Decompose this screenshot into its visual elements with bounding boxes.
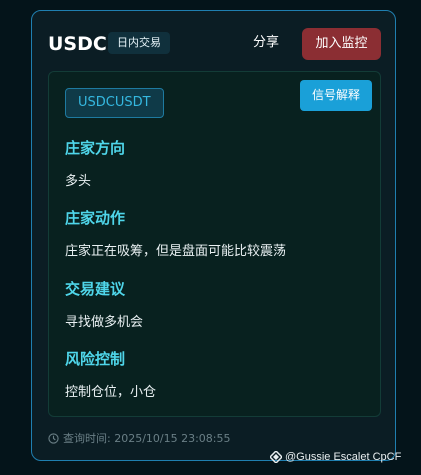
section-value-action: 庄家正在吸筹，但是盘面可能比较震荡 xyxy=(65,244,287,259)
symbol-title: USDC xyxy=(48,33,107,55)
clock-icon xyxy=(48,432,59,444)
watermark: @Gussie Escalet CpCF xyxy=(270,451,401,463)
add-monitor-button[interactable]: 加入监控 xyxy=(302,28,381,60)
query-time-text: 查询时间: 2025/10/15 23:08:55 xyxy=(63,432,231,445)
section-title-action: 庄家动作 xyxy=(65,209,126,227)
query-time-footer: 查询时间: 2025/10/15 23:08:55 xyxy=(48,430,231,446)
section-title-risk: 风险控制 xyxy=(65,350,126,368)
section-value-direction: 多头 xyxy=(65,174,92,189)
share-button[interactable]: 分享 xyxy=(240,28,292,58)
section-value-risk: 控制仓位，小仓 xyxy=(65,385,157,400)
analysis-panel: USDCUSDT 信号解释 庄家方向 多头 庄家动作 庄家正在吸筹，但是盘面可能… xyxy=(48,71,381,417)
section-title-advice: 交易建议 xyxy=(65,280,126,298)
diamond-logo-icon xyxy=(270,451,282,463)
signal-card: USDC 日内交易 分享 加入监控 USDCUSDT 信号解释 庄家方向 多头 … xyxy=(31,10,396,461)
section-value-advice: 寻找做多机会 xyxy=(65,315,144,330)
trade-type-badge: 日内交易 xyxy=(108,32,170,54)
signal-explain-button[interactable]: 信号解释 xyxy=(300,80,372,111)
watermark-text: @Gussie Escalet CpCF xyxy=(285,451,402,463)
section-title-direction: 庄家方向 xyxy=(65,139,126,157)
pair-tag: USDCUSDT xyxy=(65,88,164,118)
